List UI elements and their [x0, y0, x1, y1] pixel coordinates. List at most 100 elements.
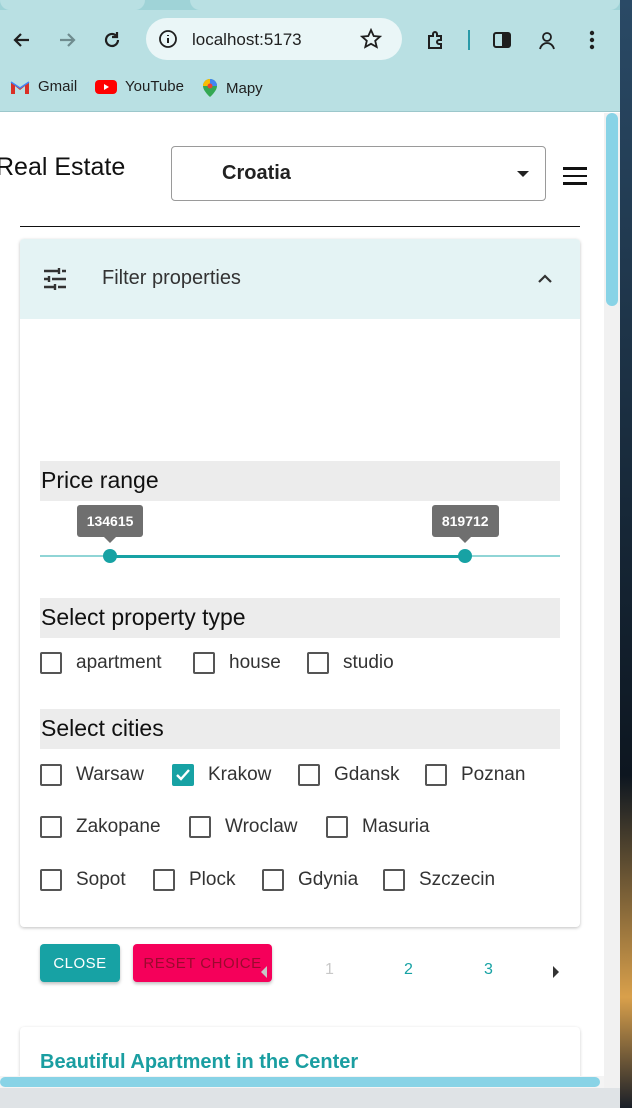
checkbox-box[interactable]	[189, 816, 211, 838]
page-3[interactable]: 3	[484, 961, 493, 979]
browser-toolbar: localhost:5173	[0, 10, 620, 70]
puzzle-icon	[428, 31, 442, 49]
checkbox-sopot[interactable]: Sopot	[40, 869, 126, 891]
taskbar-strip	[0, 1088, 620, 1108]
checkbox-gdynia[interactable]: Gdynia	[262, 869, 358, 891]
reset-choice-button[interactable]: RESET CHOICE	[133, 944, 272, 982]
toolbar-separator	[468, 30, 470, 50]
vertical-scrollbar[interactable]	[604, 113, 620, 1108]
price-range-label: Price range	[40, 461, 560, 501]
tab-strip-bar	[190, 0, 620, 10]
checkbox-wroclaw[interactable]: Wroclaw	[189, 816, 298, 838]
forward-button[interactable]	[53, 26, 81, 54]
checkbox-box[interactable]	[307, 652, 329, 674]
desktop-wallpaper-edge	[620, 0, 632, 1108]
checkbox-box[interactable]	[40, 652, 62, 674]
checkbox-label: apartment	[76, 652, 162, 673]
menu-kebab-button[interactable]	[578, 26, 606, 54]
checkbox-box[interactable]	[40, 869, 62, 891]
tab-active[interactable]	[0, 0, 145, 10]
property-type-label: Select property type	[40, 598, 560, 638]
checkbox-box[interactable]	[298, 764, 320, 786]
chevron-down-icon	[517, 171, 529, 177]
close-button[interactable]: CLOSE	[40, 944, 120, 982]
browser-window: localhost:5173 Gmail YouTube Mapy Real E…	[0, 0, 620, 1108]
country-select[interactable]: Croatia	[171, 146, 546, 201]
bookmark-star-icon[interactable]	[360, 28, 382, 50]
bookmark-label: Gmail	[38, 78, 78, 95]
property-title[interactable]: Beautiful Apartment in the Center	[40, 1051, 358, 1074]
hamburger-menu-icon[interactable]	[563, 167, 587, 185]
kebab-menu-icon	[589, 30, 595, 50]
bookmark-label: Mapy	[226, 79, 263, 97]
url-text: localhost:5173	[192, 30, 302, 49]
checkbox-label: studio	[343, 652, 394, 673]
check-icon	[176, 769, 190, 781]
bookmark-gmail[interactable]: Gmail	[10, 78, 77, 95]
page-content: Real Estate Croatia Filter properties Pr…	[0, 113, 604, 1108]
checkbox-box[interactable]	[326, 816, 348, 838]
next-page-icon[interactable]	[551, 965, 561, 979]
checkbox-gdansk[interactable]: Gdansk	[298, 764, 399, 786]
country-select-value: Croatia	[222, 162, 291, 184]
bookmark-youtube[interactable]: YouTube	[95, 78, 184, 95]
checkbox-box[interactable]	[262, 869, 284, 891]
checkbox-box[interactable]	[40, 764, 62, 786]
checkbox-label: Poznan	[461, 764, 526, 785]
address-bar[interactable]: localhost:5173	[146, 18, 402, 60]
reload-button[interactable]	[98, 26, 126, 54]
checkbox-label: Plock	[189, 869, 236, 890]
checkbox-label: Gdynia	[298, 869, 359, 890]
gmail-icon	[10, 80, 30, 94]
filter-accordion-header[interactable]: Filter properties	[20, 239, 580, 319]
bookmark-label: YouTube	[125, 78, 184, 95]
checkbox-label: Gdansk	[334, 764, 400, 785]
checkbox-studio[interactable]: studio	[307, 652, 394, 674]
slider-min-tooltip: 134615	[76, 505, 144, 543]
checkbox-label: Zakopane	[76, 816, 161, 837]
checkbox-box-checked[interactable]	[172, 764, 194, 786]
checkbox-apartment[interactable]: apartment	[40, 652, 162, 674]
page-2[interactable]: 2	[404, 961, 413, 979]
checkbox-label: Warsaw	[76, 764, 144, 785]
site-info-icon[interactable]	[158, 29, 178, 49]
checkbox-label: Wroclaw	[225, 816, 298, 837]
checkbox-box[interactable]	[193, 652, 215, 674]
slider-fill	[110, 555, 466, 558]
maps-pin-icon	[203, 79, 217, 97]
slider-max-tooltip: 819712	[431, 505, 499, 543]
page-1: 1	[325, 961, 334, 978]
checkbox-label: Sopot	[76, 869, 126, 890]
horizontal-scrollbar-thumb[interactable]	[0, 1077, 600, 1087]
checkbox-box[interactable]	[383, 869, 405, 891]
prev-page-icon[interactable]	[259, 965, 269, 979]
checkbox-krakow[interactable]: Krakow	[172, 764, 271, 786]
checkbox-szczecin[interactable]: Szczecin	[383, 869, 495, 891]
side-panel-button[interactable]	[488, 26, 516, 54]
checkbox-warsaw[interactable]: Warsaw	[40, 764, 144, 786]
checkbox-masuria[interactable]: Masuria	[326, 816, 430, 838]
checkbox-house[interactable]: house	[193, 652, 281, 674]
reload-icon	[104, 32, 120, 48]
checkbox-plock[interactable]: Plock	[153, 869, 235, 891]
bookmarks-bar: Gmail YouTube Mapy	[0, 70, 620, 112]
checkbox-zakopane[interactable]: Zakopane	[40, 816, 161, 838]
checkbox-box[interactable]	[425, 764, 447, 786]
chevron-up-icon[interactable]	[535, 269, 555, 289]
bookmark-mapy[interactable]: Mapy	[202, 78, 263, 98]
horizontal-scrollbar[interactable]	[0, 1076, 604, 1088]
vertical-scrollbar-thumb[interactable]	[606, 113, 618, 306]
profile-icon	[539, 32, 555, 50]
checkbox-box[interactable]	[40, 816, 62, 838]
checkbox-poznan[interactable]: Poznan	[425, 764, 525, 786]
profile-button[interactable]	[533, 26, 561, 54]
slider-min-thumb[interactable]	[103, 549, 118, 563]
youtube-icon	[95, 79, 117, 94]
back-button[interactable]	[8, 26, 36, 54]
slider-max-thumb[interactable]	[458, 549, 473, 563]
filter-title: Filter properties	[102, 267, 241, 289]
checkbox-label: Szczecin	[419, 869, 496, 890]
extensions-button[interactable]	[422, 26, 450, 54]
checkbox-box[interactable]	[153, 869, 175, 891]
side-panel-icon	[493, 32, 511, 48]
